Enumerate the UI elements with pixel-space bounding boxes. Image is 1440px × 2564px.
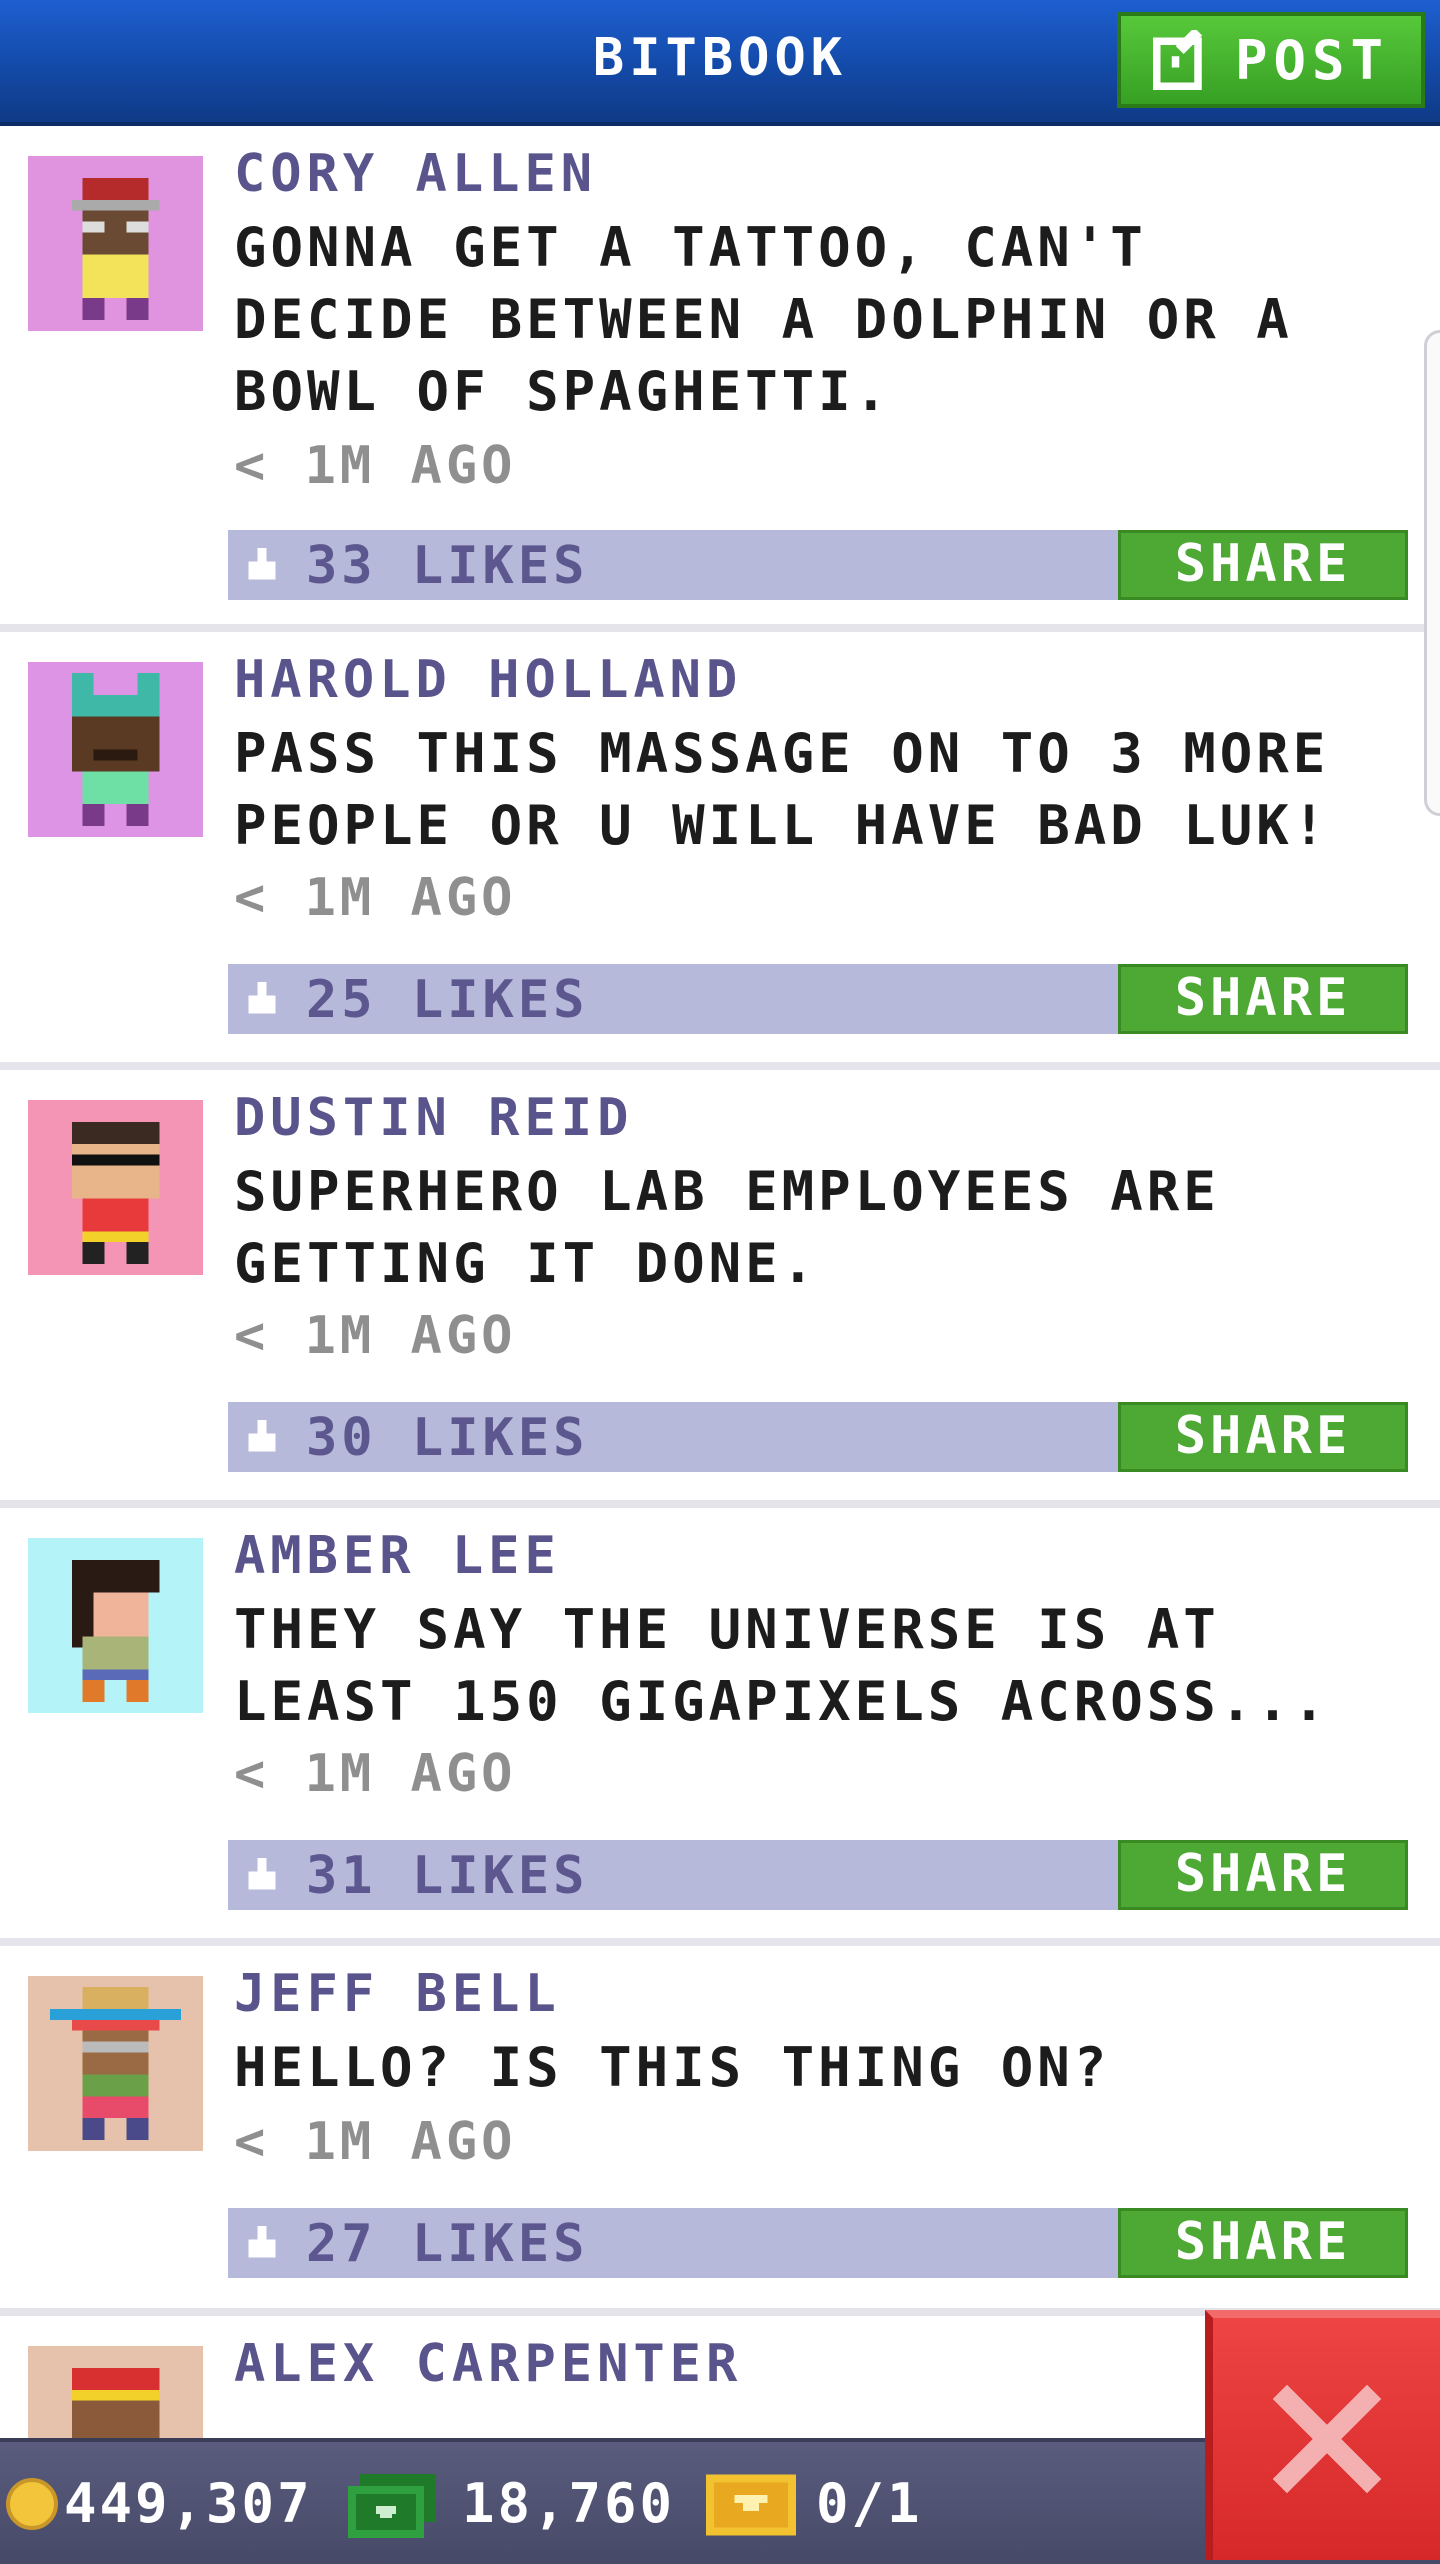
likes-count: 30 LIKES <box>306 1408 589 1468</box>
likes-bar: 25 LIKES SHARE <box>228 964 1408 1034</box>
post-timestamp: < 1M AGO <box>234 1306 517 1366</box>
cash-icon <box>348 2474 436 2538</box>
likes-count: 27 LIKES <box>306 2214 589 2274</box>
share-button[interactable]: SHARE <box>1118 2208 1408 2278</box>
avatar <box>28 1538 203 1713</box>
feed-post: HAROLD HOLLAND PASS THIS MASSAGE ON TO 3… <box>0 632 1440 1070</box>
post-message: SUPERHERO LAB EMPLOYEES ARE GETTING IT D… <box>234 1160 1220 1295</box>
post-author[interactable]: DUSTIN REID <box>234 1088 633 1148</box>
avatar <box>28 662 203 837</box>
post-message: HELLO? IS THIS THING ON? <box>234 2036 1111 2099</box>
close-button[interactable] <box>1205 2310 1440 2560</box>
likes-bar: 33 LIKES SHARE <box>228 530 1408 600</box>
post-button[interactable]: POST <box>1117 12 1425 108</box>
coins-count: 449,307 <box>64 2472 313 2535</box>
app-header: BITBOOK POST <box>0 0 1440 126</box>
post-timestamp: < 1M AGO <box>234 868 517 928</box>
ticket-icon <box>706 2474 796 2536</box>
close-icon <box>1272 2384 1381 2494</box>
feed-post: JEFF BELL HELLO? IS THIS THING ON? < 1M … <box>0 1946 1440 2316</box>
post-author[interactable]: HAROLD HOLLAND <box>234 650 742 710</box>
thumbs-up-icon <box>248 2226 276 2258</box>
thumbs-up-icon <box>248 1858 276 1890</box>
likes-count: 33 LIKES <box>306 536 589 596</box>
likes-bar: 27 LIKES SHARE <box>228 2208 1408 2278</box>
post-author[interactable]: ALEX CARPENTER <box>234 2334 742 2394</box>
share-button[interactable]: SHARE <box>1118 1402 1408 1472</box>
feed-post: DUSTIN REID SUPERHERO LAB EMPLOYEES ARE … <box>0 1070 1440 1508</box>
cash-count: 18,760 <box>462 2472 676 2535</box>
share-button[interactable]: SHARE <box>1118 1840 1408 1910</box>
compose-icon <box>1152 30 1203 90</box>
likes-bar: 30 LIKES SHARE <box>228 1402 1408 1472</box>
scrollbar[interactable] <box>1424 330 1440 816</box>
post-timestamp: < 1M AGO <box>234 436 517 496</box>
post-message: GONNA GET A TATTOO, CAN'T DECIDE BETWEEN… <box>234 216 1293 423</box>
share-button[interactable]: SHARE <box>1118 964 1408 1034</box>
feed-post: AMBER LEE THEY SAY THE UNIVERSE IS AT LE… <box>0 1508 1440 1946</box>
likes-count: 31 LIKES <box>306 1846 589 1906</box>
post-author[interactable]: JEFF BELL <box>234 1964 561 2024</box>
post-message: THEY SAY THE UNIVERSE IS AT LEAST 150 GI… <box>234 1598 1330 1733</box>
post-timestamp: < 1M AGO <box>234 1744 517 1804</box>
post-message: PASS THIS MASSAGE ON TO 3 MORE PEOPLE OR… <box>234 722 1330 857</box>
avatar <box>28 156 203 331</box>
post-timestamp: < 1M AGO <box>234 2112 517 2172</box>
feed[interactable]: CORY ALLEN GONNA GET A TATTOO, CAN'T DEC… <box>0 126 1440 2521</box>
share-button[interactable]: SHARE <box>1118 530 1408 600</box>
avatar <box>28 1976 203 2151</box>
post-author[interactable]: AMBER LEE <box>234 1526 561 1586</box>
thumbs-up-icon <box>248 548 276 580</box>
avatar <box>28 1100 203 1275</box>
coin-icon <box>6 2478 58 2530</box>
thumbs-up-icon <box>248 982 276 1014</box>
thumbs-up-icon <box>248 1420 276 1452</box>
post-button-label: POST <box>1234 28 1390 92</box>
likes-bar: 31 LIKES SHARE <box>228 1840 1408 1910</box>
feed-post: CORY ALLEN GONNA GET A TATTOO, CAN'T DEC… <box>0 126 1440 632</box>
tickets-count: 0/1 <box>816 2472 923 2535</box>
likes-count: 25 LIKES <box>306 970 589 1030</box>
post-author[interactable]: CORY ALLEN <box>234 144 597 204</box>
